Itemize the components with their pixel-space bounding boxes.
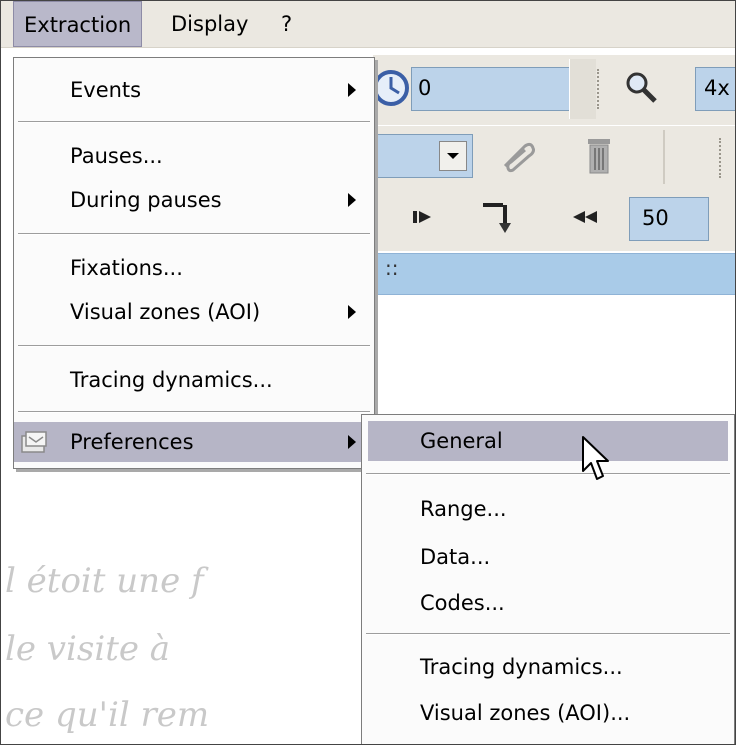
menu-separator — [18, 233, 370, 235]
menu-separator — [366, 633, 730, 635]
submenu-arrow-icon — [348, 435, 356, 449]
rewind-icon[interactable] — [571, 207, 599, 227]
menu-separator — [18, 345, 370, 347]
menu-item-during-pauses-label: During pauses — [70, 188, 222, 212]
clip-icon[interactable] — [499, 138, 539, 174]
pen-lift-icon[interactable] — [481, 197, 525, 237]
submenu-arrow-icon — [348, 193, 356, 207]
menu-display[interactable]: Display — [161, 1, 258, 47]
menu-item-visual-zones-label: Visual zones (AOI) — [70, 300, 261, 324]
chevron-down-icon — [447, 153, 459, 159]
menu-separator — [18, 121, 370, 123]
timeline-bar: :: — [373, 253, 735, 295]
toolbar-middle — [373, 125, 735, 188]
submenu-item-codes[interactable]: Codes... — [362, 583, 734, 623]
menu-item-tracing-dynamics-label: Tracing dynamics... — [70, 368, 273, 392]
menu-item-preferences[interactable]: Preferences — [14, 422, 374, 462]
submenu-item-visual-zones[interactable]: Visual zones (AOI)... — [362, 693, 734, 733]
submenu-item-tracing-dynamics-label: Tracing dynamics... — [420, 655, 623, 679]
submenu-item-general[interactable]: General — [368, 421, 728, 461]
preferences-submenu: General Range... Data... Codes... Tracin… — [361, 414, 735, 744]
menu-item-pauses-label: Pauses... — [70, 144, 163, 168]
toolbar-separator — [569, 59, 596, 119]
menu-item-fixations-label: Fixations... — [70, 256, 183, 280]
trash-icon[interactable] — [585, 136, 613, 176]
submenu-item-general-label: General — [420, 429, 503, 453]
submenu-item-data-label: Data... — [420, 545, 491, 569]
toolbar-grip-2 — [719, 138, 724, 178]
menu-help[interactable]: ? — [271, 1, 302, 47]
submenu-item-tracing-dynamics[interactable]: Tracing dynamics... — [362, 647, 734, 687]
menubar: Extraction Display ? — [1, 1, 735, 48]
menu-item-preferences-label: Preferences — [70, 430, 194, 454]
menu-item-events-label: Events — [70, 78, 142, 102]
dropdown-button[interactable] — [439, 141, 467, 171]
submenu-item-codes-label: Codes... — [420, 591, 505, 615]
frame-input[interactable]: 0 — [411, 67, 585, 111]
toolbar-playback: 50 — [373, 187, 735, 251]
app-window: Extraction Display ? 0 4x 50:: l étoit … — [0, 0, 736, 745]
menu-item-visual-zones[interactable]: Visual zones (AOI) — [14, 292, 374, 332]
menu-separator — [18, 411, 370, 413]
speed-input[interactable]: 50 — [629, 197, 709, 241]
submenu-arrow-icon — [348, 305, 356, 319]
menu-item-fixations[interactable]: Fixations... — [14, 248, 374, 288]
search-icon[interactable] — [623, 69, 661, 107]
menu-item-pauses[interactable]: Pauses... — [14, 136, 374, 176]
toolbar-grip — [597, 69, 602, 109]
menu-extraction[interactable]: Extraction — [13, 1, 143, 47]
clock-icon[interactable] — [373, 65, 413, 111]
menu-separator — [366, 473, 730, 475]
submenu-arrow-icon — [348, 83, 356, 97]
handwriting-line-2: le visite à — [5, 629, 171, 669]
menu-item-tracing-dynamics[interactable]: Tracing dynamics... — [14, 360, 374, 400]
mouse-cursor-icon — [582, 436, 609, 480]
submenu-item-range[interactable]: Range... — [362, 489, 734, 529]
submenu-item-visual-zones-label: Visual zones (AOI)... — [420, 701, 631, 725]
step-forward-icon[interactable] — [411, 207, 437, 227]
toolbar-top: 0 4x — [373, 55, 735, 125]
preferences-icon — [21, 431, 47, 453]
timeline-marks: :: — [385, 256, 399, 280]
toolbar-separator-2 — [663, 130, 665, 184]
handwriting-line-1: l étoit une f — [5, 561, 204, 601]
handwriting-line-3: ce qu'il rem — [5, 695, 210, 735]
submenu-item-data[interactable]: Data... — [362, 537, 734, 577]
submenu-item-range-label: Range... — [420, 497, 507, 521]
extraction-menu: Events Pauses... During pauses Fixations… — [13, 57, 375, 469]
zoom-field[interactable]: 4x — [695, 67, 735, 111]
menu-item-during-pauses[interactable]: During pauses — [14, 180, 374, 220]
menu-item-events[interactable]: Events — [14, 70, 374, 110]
